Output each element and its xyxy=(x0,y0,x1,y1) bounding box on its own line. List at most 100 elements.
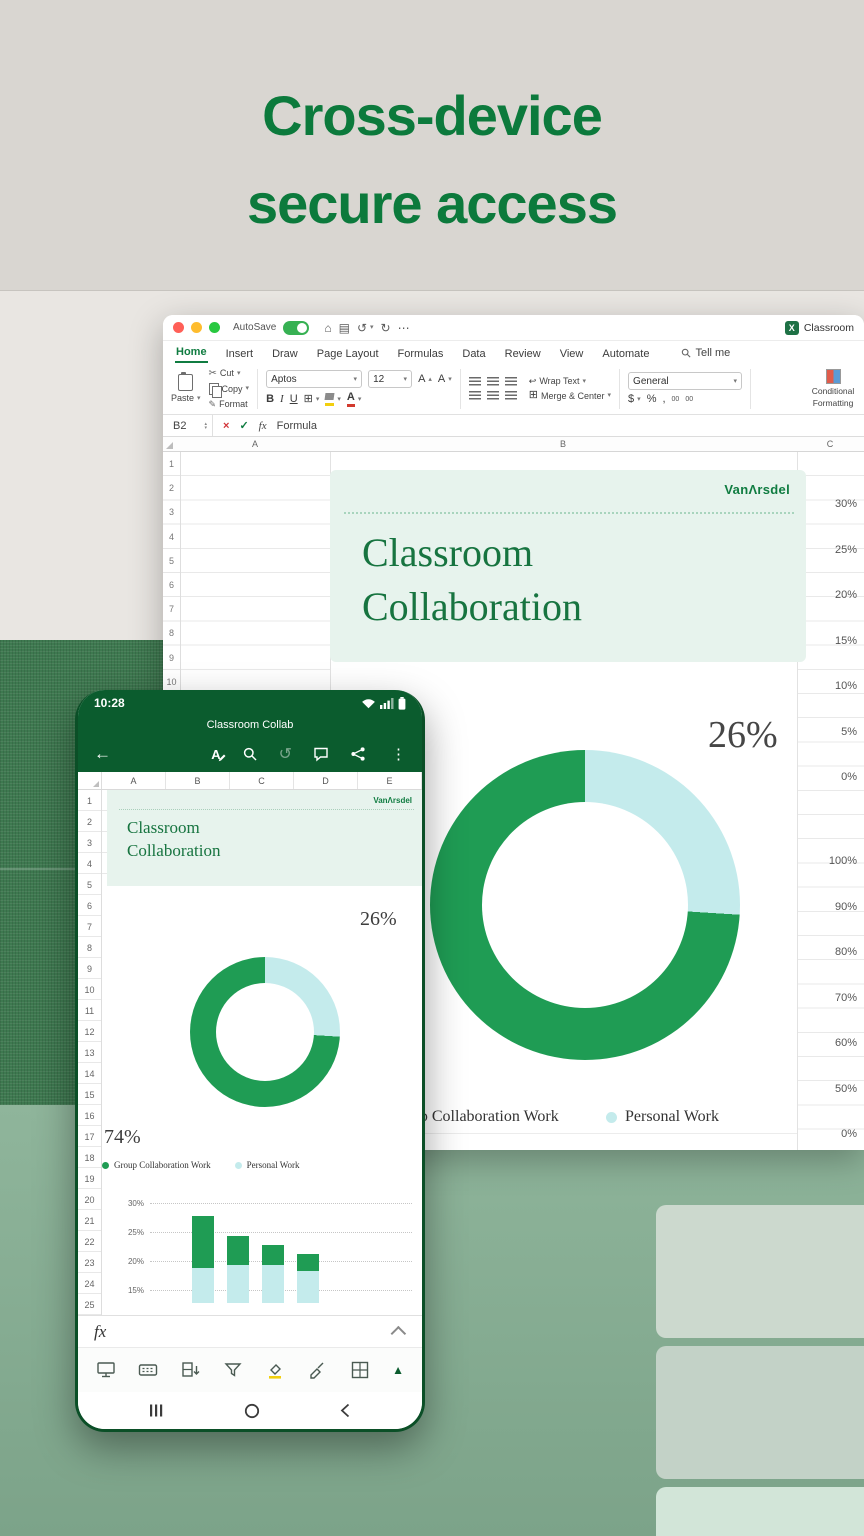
conditional-formatting-button[interactable]: Conditional Formatting xyxy=(810,369,856,408)
cut-button[interactable]: ✂Cut▾ xyxy=(209,368,250,379)
format-painter-icon[interactable] xyxy=(307,1361,327,1379)
row-header[interactable]: 4 xyxy=(78,853,101,874)
row-header[interactable]: 9 xyxy=(78,958,101,979)
comma-button[interactable]: , xyxy=(662,394,665,405)
close-window-button[interactable] xyxy=(173,322,184,333)
row-header[interactable]: 1 xyxy=(163,452,180,476)
filter-icon[interactable] xyxy=(223,1361,243,1379)
ribbon-tab[interactable]: Review xyxy=(504,346,542,363)
decrease-decimal-button[interactable]: 00 xyxy=(685,396,693,403)
collapse-toolbar-button[interactable]: ▲ xyxy=(392,1363,404,1377)
undo-button[interactable]: ↺ xyxy=(279,744,292,764)
ribbon-tab[interactable]: Formulas xyxy=(397,346,445,363)
increase-decimal-button[interactable]: 00 xyxy=(672,396,680,403)
row-header[interactable]: 3 xyxy=(163,500,180,524)
formula-bar[interactable]: fx xyxy=(78,1315,422,1347)
row-header[interactable]: 8 xyxy=(163,621,180,645)
spreadsheet-grid[interactable]: 1234567891011121314151617181920212223242… xyxy=(78,790,422,1315)
align-left-icon[interactable] xyxy=(469,391,481,400)
row-header[interactable]: 24 xyxy=(78,1273,101,1294)
monitor-icon[interactable] xyxy=(96,1361,116,1379)
ribbon-tab[interactable]: View xyxy=(559,346,585,363)
font-size-select[interactable]: 12▾ xyxy=(368,370,412,388)
share-icon[interactable] xyxy=(350,746,366,762)
formula-input[interactable]: Formula xyxy=(277,420,317,432)
keyboard-icon[interactable] xyxy=(138,1361,158,1379)
shrink-font-button[interactable]: A▾ xyxy=(438,374,452,385)
save-icon[interactable]: ▤ xyxy=(339,322,350,334)
fill-color-icon[interactable] xyxy=(265,1361,285,1379)
comments-icon[interactable] xyxy=(313,746,329,762)
borders-button[interactable]: ⊞▾ xyxy=(304,394,320,405)
column-header[interactable]: C xyxy=(827,439,834,449)
row-header[interactable]: 3 xyxy=(78,832,101,853)
underline-button[interactable]: U xyxy=(290,394,298,405)
more-commands-icon[interactable]: ⋯ xyxy=(398,322,410,334)
align-middle-icon[interactable] xyxy=(487,377,499,386)
donut-chart[interactable] xyxy=(190,957,340,1107)
back-icon[interactable] xyxy=(340,1403,350,1418)
row-header[interactable]: 14 xyxy=(78,1063,101,1084)
row-header[interactable]: 6 xyxy=(163,573,180,597)
row-header[interactable]: 17 xyxy=(78,1126,101,1147)
row-header[interactable]: 7 xyxy=(78,916,101,937)
row-header[interactable]: 6 xyxy=(78,895,101,916)
row-header[interactable]: 10 xyxy=(78,979,101,1000)
bold-button[interactable]: B xyxy=(266,394,274,405)
column-header[interactable]: C xyxy=(230,772,294,789)
row-header[interactable]: 16 xyxy=(78,1105,101,1126)
column-header[interactable]: B xyxy=(560,439,566,449)
align-center-icon[interactable] xyxy=(487,391,499,400)
kebab-menu-icon[interactable]: ⋮ xyxy=(391,745,406,763)
row-header[interactable]: 21 xyxy=(78,1210,101,1231)
merge-center-button[interactable]: ⊞Merge & Center▾ xyxy=(529,390,611,401)
search-icon[interactable] xyxy=(242,746,258,762)
align-top-icon[interactable] xyxy=(469,377,481,386)
percent-button[interactable]: % xyxy=(647,394,657,405)
font-color-button[interactable]: A▾ xyxy=(347,392,361,407)
borders-icon[interactable] xyxy=(350,1361,370,1379)
row-header[interactable]: 13 xyxy=(78,1042,101,1063)
format-font-button[interactable]: A xyxy=(211,747,220,762)
sort-icon[interactable] xyxy=(181,1361,201,1379)
row-header[interactable]: 9 xyxy=(163,646,180,670)
row-header[interactable]: 2 xyxy=(78,811,101,832)
donut-chart[interactable] xyxy=(430,750,740,1060)
currency-button[interactable]: $▾ xyxy=(628,394,641,405)
row-header[interactable]: 1 xyxy=(78,790,101,811)
home-icon[interactable] xyxy=(244,1403,260,1419)
row-header[interactable]: 5 xyxy=(163,549,180,573)
cancel-entry-button[interactable]: × xyxy=(223,420,229,432)
column-header[interactable]: A xyxy=(252,439,258,449)
zoom-window-button[interactable] xyxy=(209,322,220,333)
fill-color-button[interactable]: ▾ xyxy=(325,393,341,406)
align-right-icon[interactable] xyxy=(505,391,517,400)
paste-button[interactable]: Paste▾ xyxy=(171,374,201,403)
wrap-text-button[interactable]: ↩Wrap Text▾ xyxy=(529,376,586,386)
undo-button[interactable]: ↺ ▾ xyxy=(357,322,374,334)
minimize-window-button[interactable] xyxy=(191,322,202,333)
column-header[interactable]: E xyxy=(358,772,422,789)
chevron-up-icon[interactable] xyxy=(391,1326,407,1342)
ribbon-tab[interactable]: Insert xyxy=(225,346,255,363)
column-header[interactable]: B xyxy=(166,772,230,789)
ribbon-tab[interactable]: Page Layout xyxy=(316,346,380,363)
autosave-toggle[interactable] xyxy=(283,321,309,335)
row-header[interactable]: 7 xyxy=(163,597,180,621)
row-header[interactable]: 20 xyxy=(78,1189,101,1210)
tell-me-button[interactable]: Tell me xyxy=(681,347,730,363)
select-all-icon[interactable] xyxy=(166,442,173,449)
home-icon[interactable]: ⌂ xyxy=(324,322,331,334)
row-header[interactable]: 23 xyxy=(78,1252,101,1273)
italic-button[interactable]: I xyxy=(280,394,284,405)
font-name-select[interactable]: Aptos▾ xyxy=(266,370,362,388)
format-painter-button[interactable]: ✎Format xyxy=(209,399,250,410)
name-box-spinner[interactable]: ▴▾ xyxy=(204,422,207,430)
row-header[interactable]: 25 xyxy=(78,1294,101,1315)
row-header[interactable]: 22 xyxy=(78,1231,101,1252)
align-bottom-icon[interactable] xyxy=(505,377,517,386)
row-header[interactable]: 11 xyxy=(78,1000,101,1021)
recents-icon[interactable] xyxy=(150,1404,164,1417)
ribbon-tab[interactable]: Draw xyxy=(271,346,299,363)
grow-font-button[interactable]: A▴ xyxy=(418,374,432,385)
